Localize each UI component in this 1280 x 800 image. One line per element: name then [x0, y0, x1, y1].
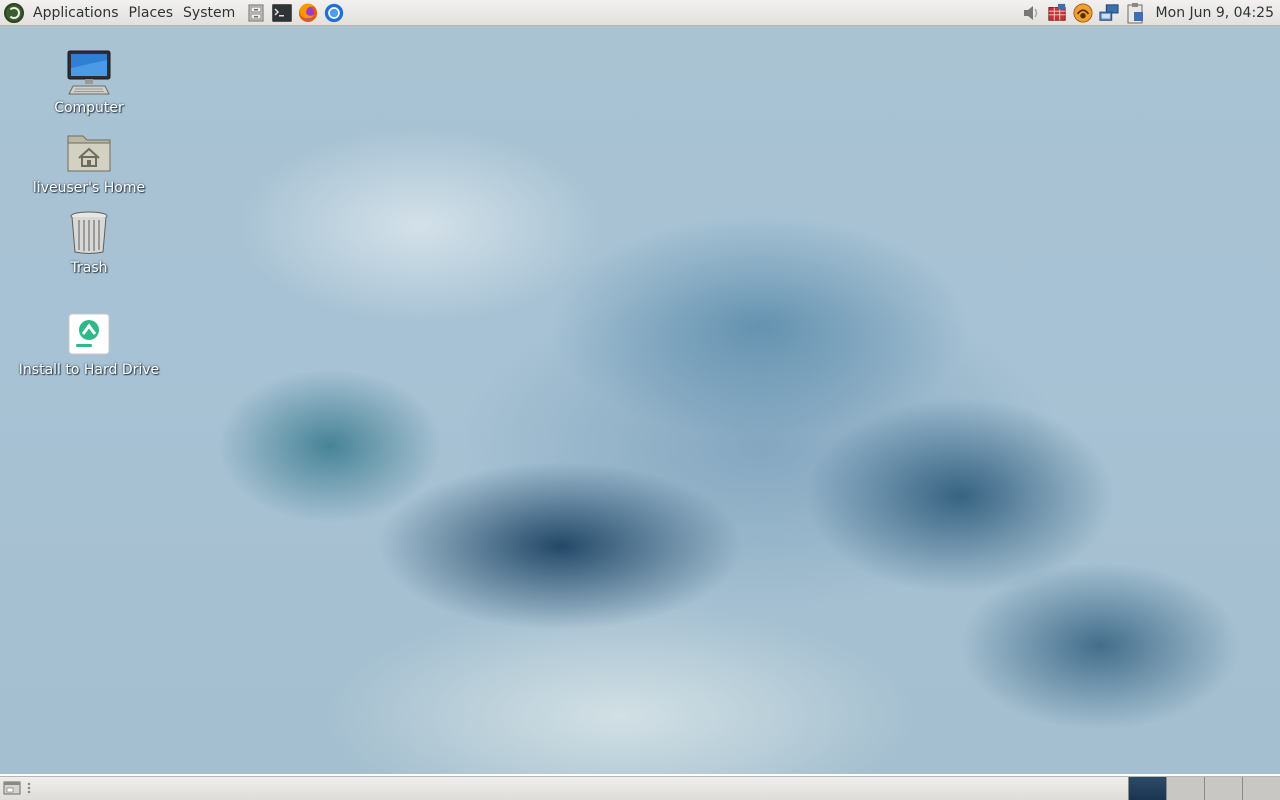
weather-icon[interactable] [1073, 2, 1093, 23]
applications-menu[interactable]: Applications [28, 0, 124, 26]
trash-icon [65, 208, 113, 256]
desktop-icon-home[interactable]: liveuser's Home [14, 128, 164, 196]
desktop-icon-label: Install to Hard Drive [18, 362, 160, 378]
workspace-1[interactable] [1128, 777, 1166, 800]
home-folder-icon [65, 128, 113, 176]
workspace-2[interactable] [1166, 777, 1204, 800]
computer-icon [65, 48, 113, 96]
show-desktop-icon[interactable] [3, 780, 21, 796]
desktop-icon-label: liveuser's Home [32, 180, 146, 196]
clock[interactable]: Mon Jun 9, 04:25 [1156, 5, 1274, 21]
installer-icon [65, 310, 113, 358]
bottom-panel [0, 776, 1280, 800]
workspace-switcher [1128, 777, 1280, 800]
distro-logo-icon[interactable] [4, 2, 24, 23]
terminal-icon[interactable] [272, 3, 293, 23]
thunderbird-icon[interactable] [324, 3, 344, 23]
firefox-icon[interactable] [298, 2, 318, 23]
update-notifier-icon[interactable] [1047, 3, 1067, 23]
network-icon[interactable] [1099, 3, 1119, 23]
workspace-4[interactable] [1242, 777, 1280, 800]
workspace-3[interactable] [1204, 777, 1242, 800]
desktop-icon-label: Computer [54, 100, 124, 116]
clipboard-icon[interactable] [1125, 2, 1145, 23]
top-panel: Applications Places System Mon Jun 9, 04… [0, 0, 1280, 26]
desktop-wallpaper [0, 26, 1280, 774]
system-menu[interactable]: System [178, 0, 240, 26]
file-cabinet-icon[interactable] [246, 3, 266, 23]
desktop-icon-label: Trash [70, 260, 108, 276]
desktop-icon-installer[interactable]: Install to Hard Drive [14, 310, 164, 378]
desktop-icon-trash[interactable]: Trash [14, 208, 164, 276]
places-menu[interactable]: Places [124, 0, 179, 26]
panel-drag-handle[interactable] [27, 782, 31, 795]
desktop-icon-computer[interactable]: Computer [14, 48, 164, 116]
volume-icon[interactable] [1021, 3, 1041, 23]
